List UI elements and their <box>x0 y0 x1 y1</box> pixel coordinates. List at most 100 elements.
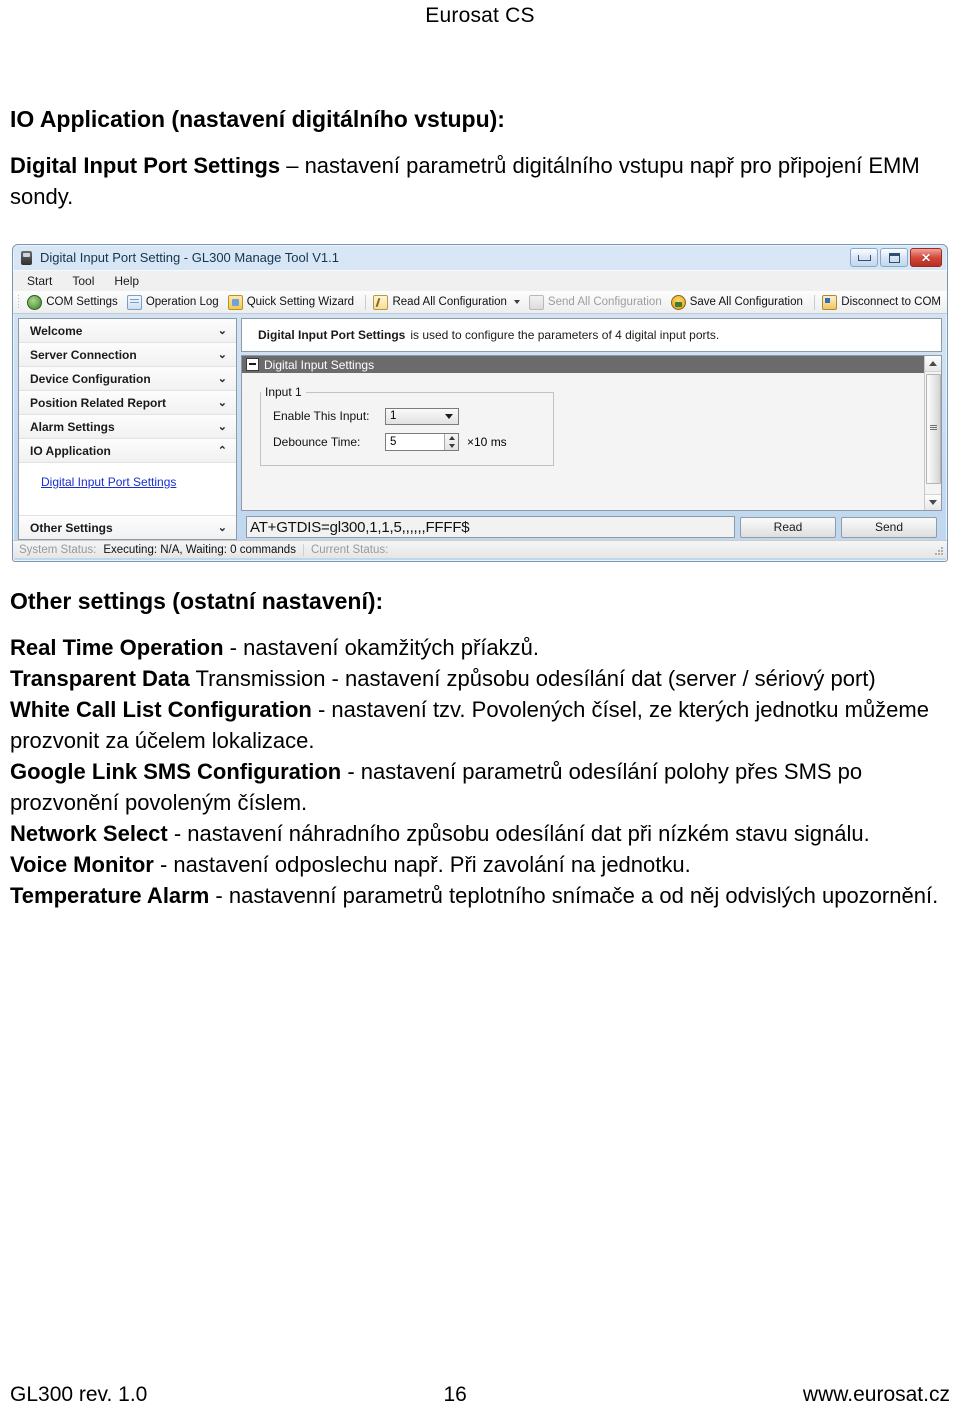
sidebar-item-device-configuration-label: Device Configuration <box>30 371 151 386</box>
sidebar-item-server-connection-label: Server Connection <box>30 347 137 362</box>
chevron-down-icon: ⌄ <box>217 397 227 409</box>
list-item-google-link-sms: Google Link SMS Configuration - nastaven… <box>10 756 950 818</box>
spinner-down-icon[interactable] <box>448 444 455 448</box>
term-real-time-operation: Real Time Operation <box>10 635 224 660</box>
system-status-value: Executing: N/A, Waiting: 0 commands <box>103 543 296 556</box>
read-all-configuration-icon <box>373 294 389 310</box>
save-all-configuration-icon <box>670 294 686 310</box>
settings-panel-scrollbar[interactable] <box>924 356 941 510</box>
window-title: Digital Input Port Setting - GL300 Manag… <box>40 250 339 265</box>
sidebar-item-alarm-settings[interactable]: Alarm Settings ⌄ <box>19 415 236 439</box>
window-resize-grip[interactable] <box>934 546 944 556</box>
field-row-enable-this-input: Enable This Input: 1 <box>261 403 553 429</box>
sidebar-item-welcome[interactable]: Welcome ⌄ <box>19 319 236 343</box>
toolbar-quick-setting-wizard[interactable]: Quick Setting Wizard <box>225 294 360 311</box>
toolbar-com-settings[interactable]: COM Settings <box>24 294 124 311</box>
toolbar-save-all-configuration[interactable]: Save All Configuration <box>668 294 809 311</box>
settings-panel-main: Digital Input Settings Input 1 Enable Th… <box>242 356 924 510</box>
page-header-title: Eurosat CS <box>425 4 535 27</box>
statusbar-separator <box>302 543 304 556</box>
minimize-button[interactable] <box>850 248 878 267</box>
sidebar-item-server-connection[interactable]: Server Connection ⌄ <box>19 343 236 367</box>
sidebar: Welcome ⌄ Server Connection ⌄ Device Con… <box>18 318 237 540</box>
collapse-minus-icon[interactable] <box>246 358 259 371</box>
sidebar-item-alarm-settings-label: Alarm Settings <box>30 419 115 434</box>
toolbar-operation-log[interactable]: Operation Log <box>124 294 225 311</box>
description-bold-term: Digital Input Port Settings <box>258 328 406 342</box>
intro-paragraph: Digital Input Port Settings – nastavení … <box>10 150 950 212</box>
application-screenshot-figure: Digital Input Port Setting - GL300 Manag… <box>12 244 950 564</box>
send-button[interactable]: Send <box>841 516 937 538</box>
other-settings-heading: Other settings (ostatní nastavení): <box>10 588 384 614</box>
toolbar-read-all-configuration[interactable]: Read All Configuration <box>370 294 525 311</box>
sidebar-link-digital-input-port-settings[interactable]: Digital Input Port Settings <box>41 475 176 489</box>
menu-item-start[interactable]: Start <box>27 274 52 288</box>
toolbar-disconnect-to-com-label: Disconnect to COM <box>841 296 941 308</box>
scrollbar-track[interactable] <box>925 372 941 494</box>
scroll-down-icon <box>929 500 937 505</box>
menu-item-help[interactable]: Help <box>114 274 139 288</box>
intro-bold-term: Digital Input Port Settings <box>10 153 281 178</box>
debounce-time-value: 5 <box>390 436 397 448</box>
toolbar-com-settings-label: COM Settings <box>46 296 118 308</box>
debounce-time-stepper[interactable]: 5 <box>385 433 459 451</box>
chevron-down-icon: ⌄ <box>217 522 227 534</box>
enable-this-input-label: Enable This Input: <box>273 409 370 423</box>
statusbar: System Status: Executing: N/A, Waiting: … <box>13 540 947 558</box>
group-body: Input 1 Enable This Input: 1 Debounce Ti… <box>242 373 924 510</box>
toolbar-disconnect-to-com[interactable]: Disconnect to COM <box>819 294 947 311</box>
debounce-time-spin-buttons[interactable] <box>444 434 458 450</box>
enable-this-input-select[interactable]: 1 <box>385 407 459 425</box>
close-icon: ✕ <box>920 250 932 265</box>
scrollbar-thumb[interactable] <box>926 374 941 484</box>
scroll-up-icon <box>929 361 937 366</box>
page-footer: GL300 rev. 1.0 16 www.eurosat.cz <box>10 1383 950 1407</box>
group-header-label: Digital Input Settings <box>264 357 375 372</box>
sidebar-item-device-configuration[interactable]: Device Configuration ⌄ <box>19 367 236 391</box>
com-settings-icon <box>27 294 43 310</box>
window-titlebar[interactable]: Digital Input Port Setting - GL300 Manag… <box>13 245 947 270</box>
current-status-label: Current Status: <box>310 543 389 556</box>
sidebar-item-io-application-label: IO Application <box>30 443 111 458</box>
minimize-icon <box>858 255 871 261</box>
desc-voice-monitor: - nastavení odposlechu např. Při zavolán… <box>153 852 691 877</box>
menu-item-tool[interactable]: Tool <box>72 274 94 288</box>
workspace: Welcome ⌄ Server Connection ⌄ Device Con… <box>13 314 947 540</box>
sidebar-item-io-application[interactable]: IO Application ⌃ <box>19 439 236 463</box>
enable-this-input-value: 1 <box>390 410 397 422</box>
group-header-digital-input-settings[interactable]: Digital Input Settings <box>242 356 924 373</box>
desc-network-select: - nastavení náhradního způsobu odesílání… <box>167 821 870 846</box>
chevron-down-icon: ⌄ <box>217 325 227 337</box>
sidebar-item-position-related-report[interactable]: Position Related Report ⌄ <box>19 391 236 415</box>
read-button[interactable]: Read <box>740 516 836 538</box>
desc-real-time-operation: - nastavení okamžitých příakzů. <box>223 635 540 660</box>
document-body-top: IO Application (nastavení digitálního vs… <box>10 104 950 212</box>
footer-website: www.eurosat.cz <box>802 1383 950 1406</box>
term-voice-monitor: Voice Monitor <box>10 852 154 877</box>
toolbar-grip[interactable] <box>18 295 20 309</box>
at-command-input[interactable]: AT+GTDIS=gl300,1,1,5,,,,,,FFFF$ <box>246 516 735 538</box>
send-all-configuration-icon <box>528 294 544 310</box>
spinner-up-icon[interactable] <box>448 436 455 440</box>
chevron-down-icon[interactable] <box>513 300 520 304</box>
scrollbar-up-button[interactable] <box>925 356 941 372</box>
footer-page-number: 16 <box>443 1383 467 1406</box>
scrollbar-down-button[interactable] <box>925 494 941 510</box>
term-google-link-sms: Google Link SMS Configuration <box>10 759 342 784</box>
chevron-down-icon <box>445 413 453 419</box>
list-item-voice-monitor: Voice Monitor - nastavení odposlechu nap… <box>10 849 950 880</box>
close-button[interactable]: ✕ <box>910 248 942 267</box>
chevron-down-icon: ⌄ <box>217 349 227 361</box>
maximize-button[interactable] <box>880 248 908 267</box>
sidebar-item-welcome-label: Welcome <box>30 323 83 338</box>
toolbar-read-all-configuration-label: Read All Configuration <box>392 296 507 308</box>
sidebar-item-other-settings[interactable]: Other Settings ⌄ <box>19 515 236 539</box>
list-item-transparent-data: Transparent Data Transmission - nastaven… <box>10 663 950 694</box>
command-bar: AT+GTDIS=gl300,1,1,5,,,,,,FFFF$ Read Sen… <box>241 514 942 540</box>
term-transparent-data: Transparent Data <box>10 666 190 691</box>
description-box: Digital Input Port Settings is used to c… <box>241 318 942 352</box>
toolbar-save-all-configuration-label: Save All Configuration <box>689 296 803 308</box>
disconnect-to-com-icon <box>822 294 838 310</box>
input-1-legend: Input 1 <box>265 385 302 399</box>
toolbar-send-all-configuration-label: Send All Configuration <box>547 296 662 308</box>
